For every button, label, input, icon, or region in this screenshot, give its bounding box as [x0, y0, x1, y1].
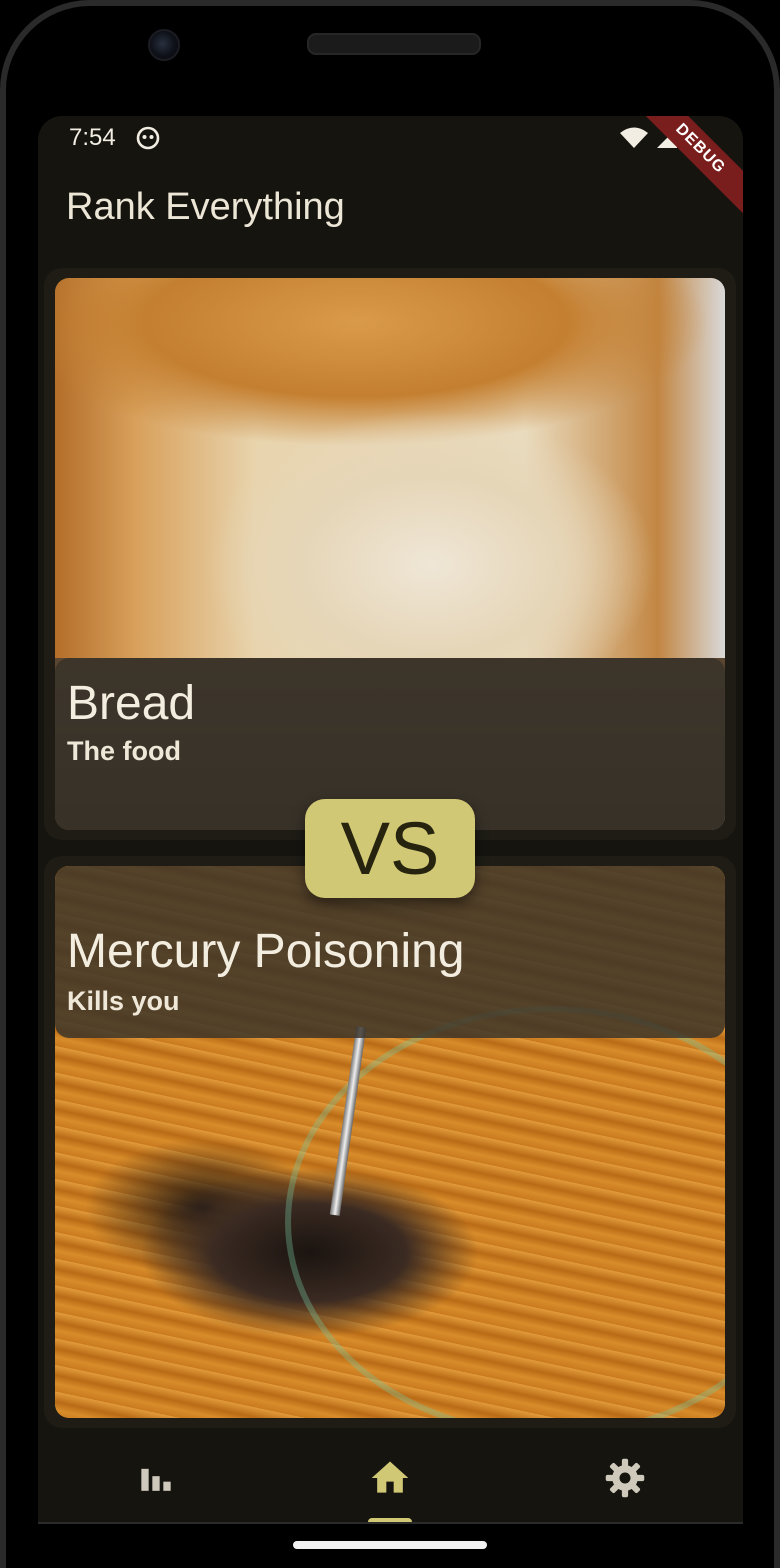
leaderboard-icon[interactable]	[134, 1456, 178, 1500]
bottom-navigation-bar	[38, 1438, 743, 1522]
settings-icon[interactable]	[603, 1456, 647, 1500]
app-title: Rank Everything	[66, 186, 345, 228]
gesture-navigation-handle[interactable]	[293, 1541, 487, 1549]
bottom-choice-card[interactable]: Mercury Poisoning Kills you	[44, 856, 736, 1428]
bottom-choice-subtitle: Kills you	[67, 986, 180, 1016]
earpiece-speaker	[307, 33, 481, 55]
vs-badge: VS	[305, 799, 475, 898]
status-time: 7:54	[69, 124, 116, 151]
notification-app-icon	[136, 126, 160, 150]
top-choice-card[interactable]: Bread The food	[44, 268, 736, 840]
top-choice-title: Bread	[67, 677, 196, 730]
wifi-icon	[620, 127, 648, 148]
home-icon[interactable]	[368, 1456, 412, 1500]
bottom-choice-title: Mercury Poisoning	[67, 925, 465, 978]
top-choice-subtitle: The food	[67, 736, 181, 766]
status-bar: 7:54 DEBUG	[38, 116, 743, 220]
screen-bottom-edge	[38, 1522, 743, 1524]
front-camera	[148, 29, 180, 61]
